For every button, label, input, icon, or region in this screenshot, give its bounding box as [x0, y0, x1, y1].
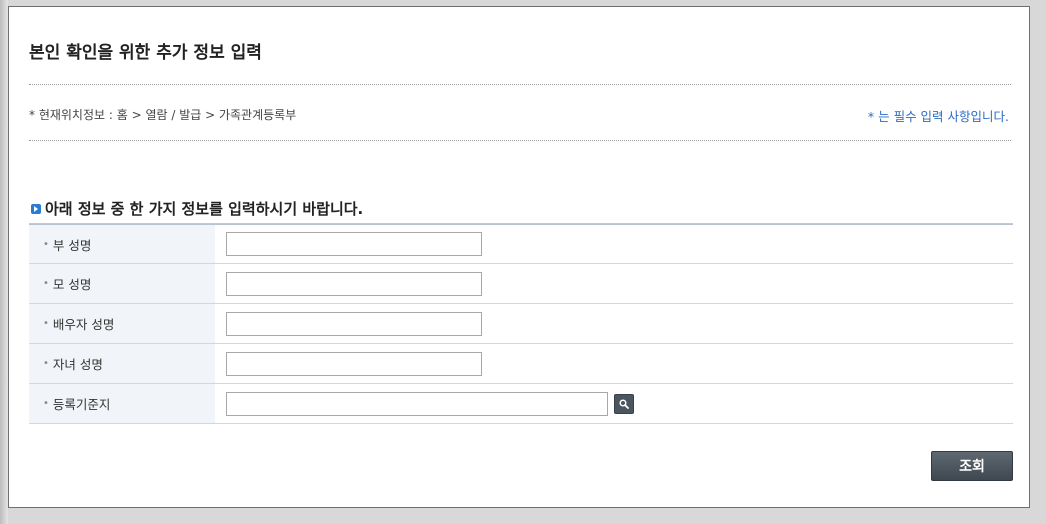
- page-title: 본인 확인을 위한 추가 정보 입력: [29, 43, 262, 63]
- form-row-spouse: • 배우자 성명: [29, 304, 1013, 344]
- label-father-name: • 부 성명: [29, 225, 215, 263]
- section-heading: 아래 정보 중 한 가지 정보를 입력하시기 바랍니다.: [31, 198, 363, 219]
- info-form-table: • 부 성명 • 모 성명 • 배우자 성명 • 자녀 성명 • 등록기준지: [29, 223, 1013, 424]
- form-row-registration-base: • 등록기준지: [29, 384, 1013, 424]
- content-panel: 본인 확인을 위한 추가 정보 입력 * 현재위치정보 : 홈 > 열람 / 발…: [8, 6, 1030, 508]
- label-spouse-name: • 배우자 성명: [29, 304, 215, 343]
- child-name-input[interactable]: [226, 351, 482, 376]
- magnifier-icon: [619, 398, 629, 409]
- bullet-dot-icon: •: [43, 278, 49, 289]
- label-child-text: 자녀 성명: [52, 357, 103, 372]
- bullet-dot-icon: •: [43, 238, 49, 250]
- input-cell-spouse: [215, 304, 1013, 343]
- label-child-name: • 자녀 성명: [29, 344, 215, 383]
- label-registration-base: • 등록기준지: [29, 384, 215, 423]
- bullet-dot-icon: •: [43, 358, 49, 369]
- label-registration-text: 등록기준지: [52, 397, 111, 412]
- input-cell-father: [215, 225, 1013, 263]
- submit-search-button[interactable]: 조회: [931, 451, 1013, 481]
- bullet-dot-icon: •: [43, 318, 49, 329]
- section-heading-text: 아래 정보 중 한 가지 정보를 입력하시기 바랍니다.: [45, 200, 364, 218]
- label-spouse-text: 배우자 성명: [52, 317, 115, 332]
- form-row-mother: • 모 성명: [29, 264, 1013, 304]
- divider-top: [29, 84, 1011, 85]
- form-row-father: • 부 성명: [29, 224, 1013, 264]
- window-shadow: [0, 0, 8, 524]
- address-search-button[interactable]: [614, 393, 634, 414]
- father-name-input[interactable]: [226, 232, 482, 256]
- label-father-text: 부 성명: [52, 237, 92, 253]
- breadcrumb: * 현재위치정보 : 홈 > 열람 / 발급 > 가족관계등록부: [29, 108, 297, 122]
- registration-base-input[interactable]: [226, 391, 608, 416]
- required-note: * 는 필수 입력 사항입니다.: [867, 109, 1009, 124]
- input-cell-mother: [215, 264, 1013, 303]
- bullet-dot-icon: •: [43, 398, 49, 409]
- bullet-arrow-icon: [31, 203, 41, 214]
- input-cell-registration-base: [215, 384, 1013, 423]
- spouse-name-input[interactable]: [226, 311, 482, 336]
- divider-bottom: [29, 140, 1011, 141]
- mother-name-input[interactable]: [226, 271, 482, 296]
- form-row-child: • 자녀 성명: [29, 344, 1013, 384]
- label-mother-text: 모 성명: [52, 277, 92, 292]
- label-mother-name: • 모 성명: [29, 264, 215, 303]
- input-cell-child: [215, 344, 1013, 383]
